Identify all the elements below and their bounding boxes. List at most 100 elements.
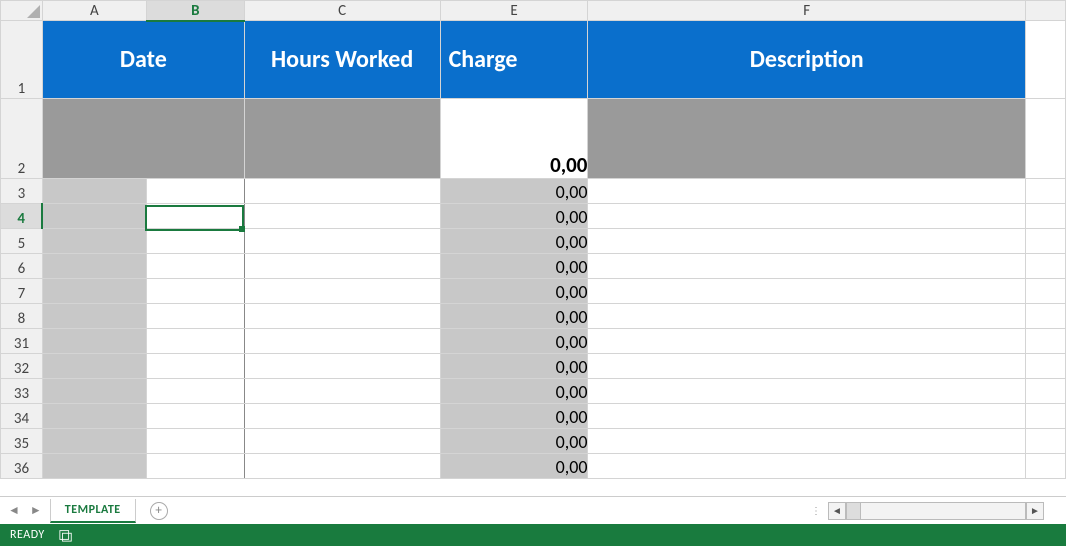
charge-cell[interactable]: 0,00 [440, 404, 588, 429]
col-header-blank[interactable] [1026, 1, 1066, 21]
cell[interactable] [146, 404, 244, 429]
cell[interactable] [146, 229, 244, 254]
scroll-right-button[interactable]: ► [1026, 502, 1044, 520]
col-header-F[interactable]: F [588, 1, 1026, 21]
cell[interactable] [42, 204, 146, 229]
cell[interactable] [146, 454, 244, 479]
row-header-34[interactable]: 34 [1, 404, 43, 429]
cell[interactable] [244, 204, 440, 229]
cell[interactable] [42, 99, 244, 179]
cell[interactable] [146, 354, 244, 379]
header-charge[interactable]: Charge [440, 21, 588, 99]
cell[interactable] [244, 454, 440, 479]
cell[interactable] [588, 179, 1026, 204]
cell[interactable] [588, 329, 1026, 354]
cell[interactable] [588, 404, 1026, 429]
tab-nav-prev-icon[interactable]: ◄ [8, 503, 20, 518]
cell[interactable] [42, 254, 146, 279]
cell[interactable] [42, 229, 146, 254]
row-header-8[interactable]: 8 [1, 304, 43, 329]
col-header-A[interactable]: A [42, 1, 146, 21]
cell[interactable] [588, 454, 1026, 479]
cell[interactable] [42, 379, 146, 404]
scroll-left-button[interactable]: ◄ [828, 502, 846, 520]
scroll-thumb[interactable] [847, 503, 861, 519]
charge-cell[interactable]: 0,00 [440, 254, 588, 279]
header-description[interactable]: Description [588, 21, 1026, 99]
cell[interactable] [42, 354, 146, 379]
cell[interactable] [42, 329, 146, 354]
charge-cell[interactable]: 0,00 [440, 329, 588, 354]
sheet-tab-template[interactable]: TEMPLATE [50, 499, 136, 523]
cell[interactable] [244, 354, 440, 379]
cell[interactable] [244, 429, 440, 454]
cell[interactable] [244, 329, 440, 354]
header-date[interactable]: Date [42, 21, 244, 99]
cell[interactable] [588, 254, 1026, 279]
cell[interactable] [588, 229, 1026, 254]
cell[interactable] [42, 279, 146, 304]
cell[interactable] [42, 429, 146, 454]
scroll-track[interactable] [846, 502, 1026, 520]
charge-cell[interactable]: 0,00 [440, 279, 588, 304]
cell[interactable] [146, 379, 244, 404]
add-sheet-button[interactable]: + [150, 502, 168, 520]
cell[interactable] [42, 454, 146, 479]
charge-cell[interactable]: 0,00 [440, 354, 588, 379]
row-header-35[interactable]: 35 [1, 429, 43, 454]
row-header-7[interactable]: 7 [1, 279, 43, 304]
cell[interactable] [244, 379, 440, 404]
col-header-E[interactable]: E [440, 1, 588, 21]
cell[interactable] [588, 429, 1026, 454]
col-header-C[interactable]: C [244, 1, 440, 21]
cell[interactable] [588, 304, 1026, 329]
cell[interactable] [244, 229, 440, 254]
cell[interactable] [42, 179, 146, 204]
cell[interactable] [588, 379, 1026, 404]
charge-cell[interactable]: 0,00 [440, 454, 588, 479]
cell[interactable] [42, 404, 146, 429]
horizontal-scrollbar[interactable]: ⋮ ◄ ► [805, 502, 1044, 520]
tab-nav-next-icon[interactable]: ► [30, 503, 42, 518]
cell[interactable] [146, 204, 244, 229]
row-header-6[interactable]: 6 [1, 254, 43, 279]
cell[interactable] [588, 99, 1026, 179]
row-header-33[interactable]: 33 [1, 379, 43, 404]
spreadsheet-grid[interactable]: A B C E F 1 Date Hours Worked Charge Des… [0, 0, 1066, 496]
row-header-36[interactable]: 36 [1, 454, 43, 479]
cell[interactable] [244, 179, 440, 204]
cell[interactable] [146, 254, 244, 279]
header-hours[interactable]: Hours Worked [244, 21, 440, 99]
charge-cell[interactable]: 0,00 [440, 229, 588, 254]
cell[interactable] [146, 429, 244, 454]
scrollbar-grip-icon[interactable]: ⋮ [805, 504, 828, 517]
cell[interactable] [146, 179, 244, 204]
row-header-4[interactable]: 4 [1, 204, 43, 229]
cell[interactable] [588, 279, 1026, 304]
cell[interactable] [244, 254, 440, 279]
cell[interactable] [244, 304, 440, 329]
charge-cell[interactable]: 0,00 [440, 179, 588, 204]
row-header-31[interactable]: 31 [1, 329, 43, 354]
total-charge-cell[interactable]: 0,00 [440, 99, 588, 179]
cell[interactable] [244, 279, 440, 304]
macro-recorder-icon[interactable] [59, 528, 73, 542]
charge-cell[interactable]: 0,00 [440, 429, 588, 454]
cell[interactable] [146, 304, 244, 329]
cell[interactable] [588, 354, 1026, 379]
select-all-corner[interactable] [1, 1, 43, 21]
charge-cell[interactable]: 0,00 [440, 204, 588, 229]
charge-cell[interactable]: 0,00 [440, 304, 588, 329]
row-header-1[interactable]: 1 [1, 21, 43, 99]
row-header-2[interactable]: 2 [1, 99, 43, 179]
charge-cell[interactable]: 0,00 [440, 379, 588, 404]
cell[interactable] [244, 99, 440, 179]
cell[interactable] [146, 279, 244, 304]
cell[interactable] [244, 404, 440, 429]
cell[interactable] [146, 329, 244, 354]
row-header-3[interactable]: 3 [1, 179, 43, 204]
col-header-B[interactable]: B [146, 1, 244, 21]
row-header-5[interactable]: 5 [1, 229, 43, 254]
row-header-32[interactable]: 32 [1, 354, 43, 379]
cell[interactable] [588, 204, 1026, 229]
